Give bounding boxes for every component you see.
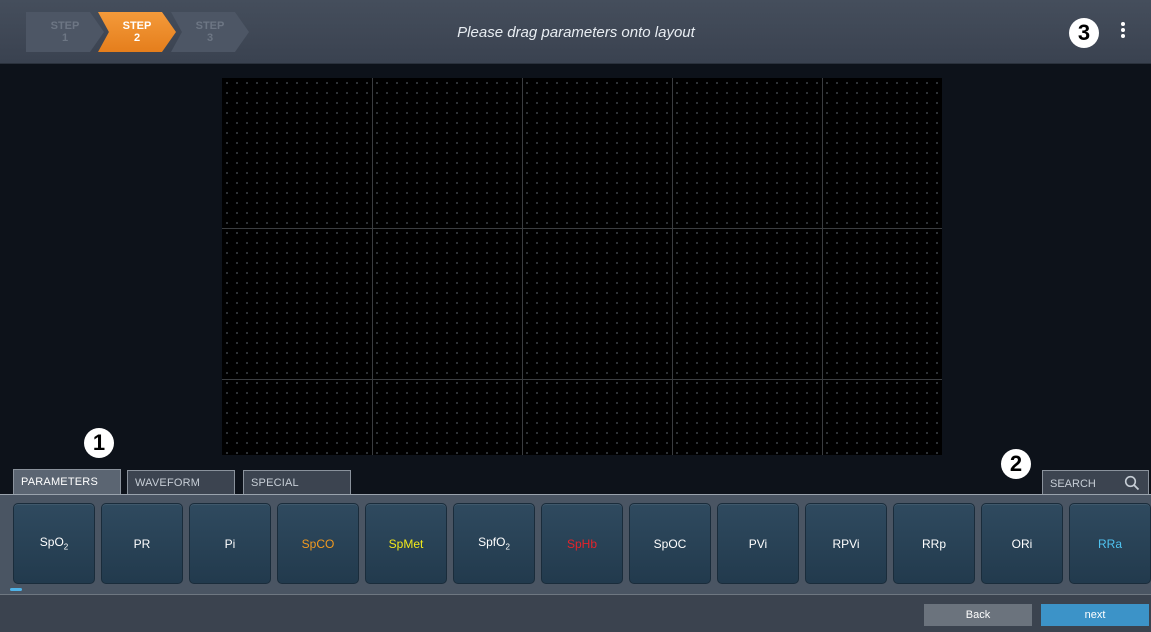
step-2-number: 2	[133, 32, 141, 44]
parameter-tile-rrp[interactable]: RRp	[893, 503, 975, 584]
parameter-label: RPVi	[832, 536, 860, 551]
grid-divider	[822, 78, 823, 455]
step-2-word: STEP	[122, 20, 152, 32]
step-1-number: 1	[61, 32, 69, 44]
step-3[interactable]: STEP 3	[171, 12, 249, 52]
parameter-tile-spfo2[interactable]: SpfO2	[453, 503, 535, 584]
parameter-tile-sphb[interactable]: SpHb	[541, 503, 623, 584]
parameter-tile-spoc[interactable]: SpOC	[629, 503, 711, 584]
search-label: SEARCH	[1050, 478, 1096, 490]
parameter-label: Pi	[224, 536, 236, 551]
step-3-number: 3	[206, 32, 214, 44]
parameter-label: SpMet	[388, 536, 424, 551]
parameter-label: RRa	[1097, 536, 1122, 551]
grid-divider	[672, 78, 673, 455]
footer-bar: Back next	[0, 594, 1151, 632]
step-3-word: STEP	[195, 20, 225, 32]
parameter-label: ORi	[1011, 536, 1033, 551]
tray-scroll-indicator[interactable]	[10, 588, 22, 591]
header-bar: STEP 1 STEP 2 STEP 3 Please drag paramet…	[0, 0, 1151, 64]
parameter-label: RRp	[921, 536, 946, 551]
more-options-icon[interactable]	[1113, 22, 1133, 42]
parameter-label: SpHb	[566, 536, 598, 551]
parameter-label: SpCO	[301, 536, 335, 551]
parameter-label: PR	[133, 536, 151, 551]
tab-parameters[interactable]: PARAMETERS	[13, 469, 121, 495]
grid-divider	[372, 78, 373, 455]
next-button[interactable]: next	[1041, 604, 1149, 626]
step-1-word: STEP	[50, 20, 80, 32]
layout-canvas[interactable]	[222, 78, 942, 455]
parameter-tile-rpvi[interactable]: RPVi	[805, 503, 887, 584]
parameter-tile-rra[interactable]: RRa	[1069, 503, 1151, 584]
parameter-label: PVi	[748, 536, 768, 551]
search-icon[interactable]	[1124, 475, 1140, 491]
parameter-tile-spco[interactable]: SpCO	[277, 503, 359, 584]
parameter-tray: SpO2 PR Pi SpCO SpMet SpfO2 SpHb SpOC PV…	[0, 494, 1151, 594]
callout-3: 3	[1069, 18, 1099, 48]
back-button[interactable]: Back	[924, 604, 1032, 626]
search-field[interactable]: SEARCH	[1042, 470, 1149, 495]
parameter-tile-spmet[interactable]: SpMet	[365, 503, 447, 584]
tab-waveform[interactable]: WAVEFORM	[127, 470, 235, 495]
parameter-tile-pr[interactable]: PR	[101, 503, 183, 584]
grid-divider	[522, 78, 523, 455]
parameter-label: SpO2	[39, 535, 69, 552]
parameter-tile-ori[interactable]: ORi	[981, 503, 1063, 584]
parameter-label: SpOC	[653, 536, 687, 551]
step-1[interactable]: STEP 1	[26, 12, 104, 52]
page-title: Please drag parameters onto layout	[457, 24, 695, 41]
callout-2: 2	[1001, 449, 1031, 479]
parameter-tile-pvi[interactable]: PVi	[717, 503, 799, 584]
step-indicator: STEP 1 STEP 2 STEP 3	[6, 6, 266, 58]
grid-divider	[222, 379, 942, 380]
step-2[interactable]: STEP 2	[98, 12, 176, 52]
parameter-tile-pi[interactable]: Pi	[189, 503, 271, 584]
callout-1: 1	[84, 428, 114, 458]
parameter-label: SpfO2	[478, 535, 510, 552]
tab-special[interactable]: SPECIAL	[243, 470, 351, 495]
parameter-tile-spo2[interactable]: SpO2	[13, 503, 95, 584]
grid-divider	[222, 228, 942, 229]
